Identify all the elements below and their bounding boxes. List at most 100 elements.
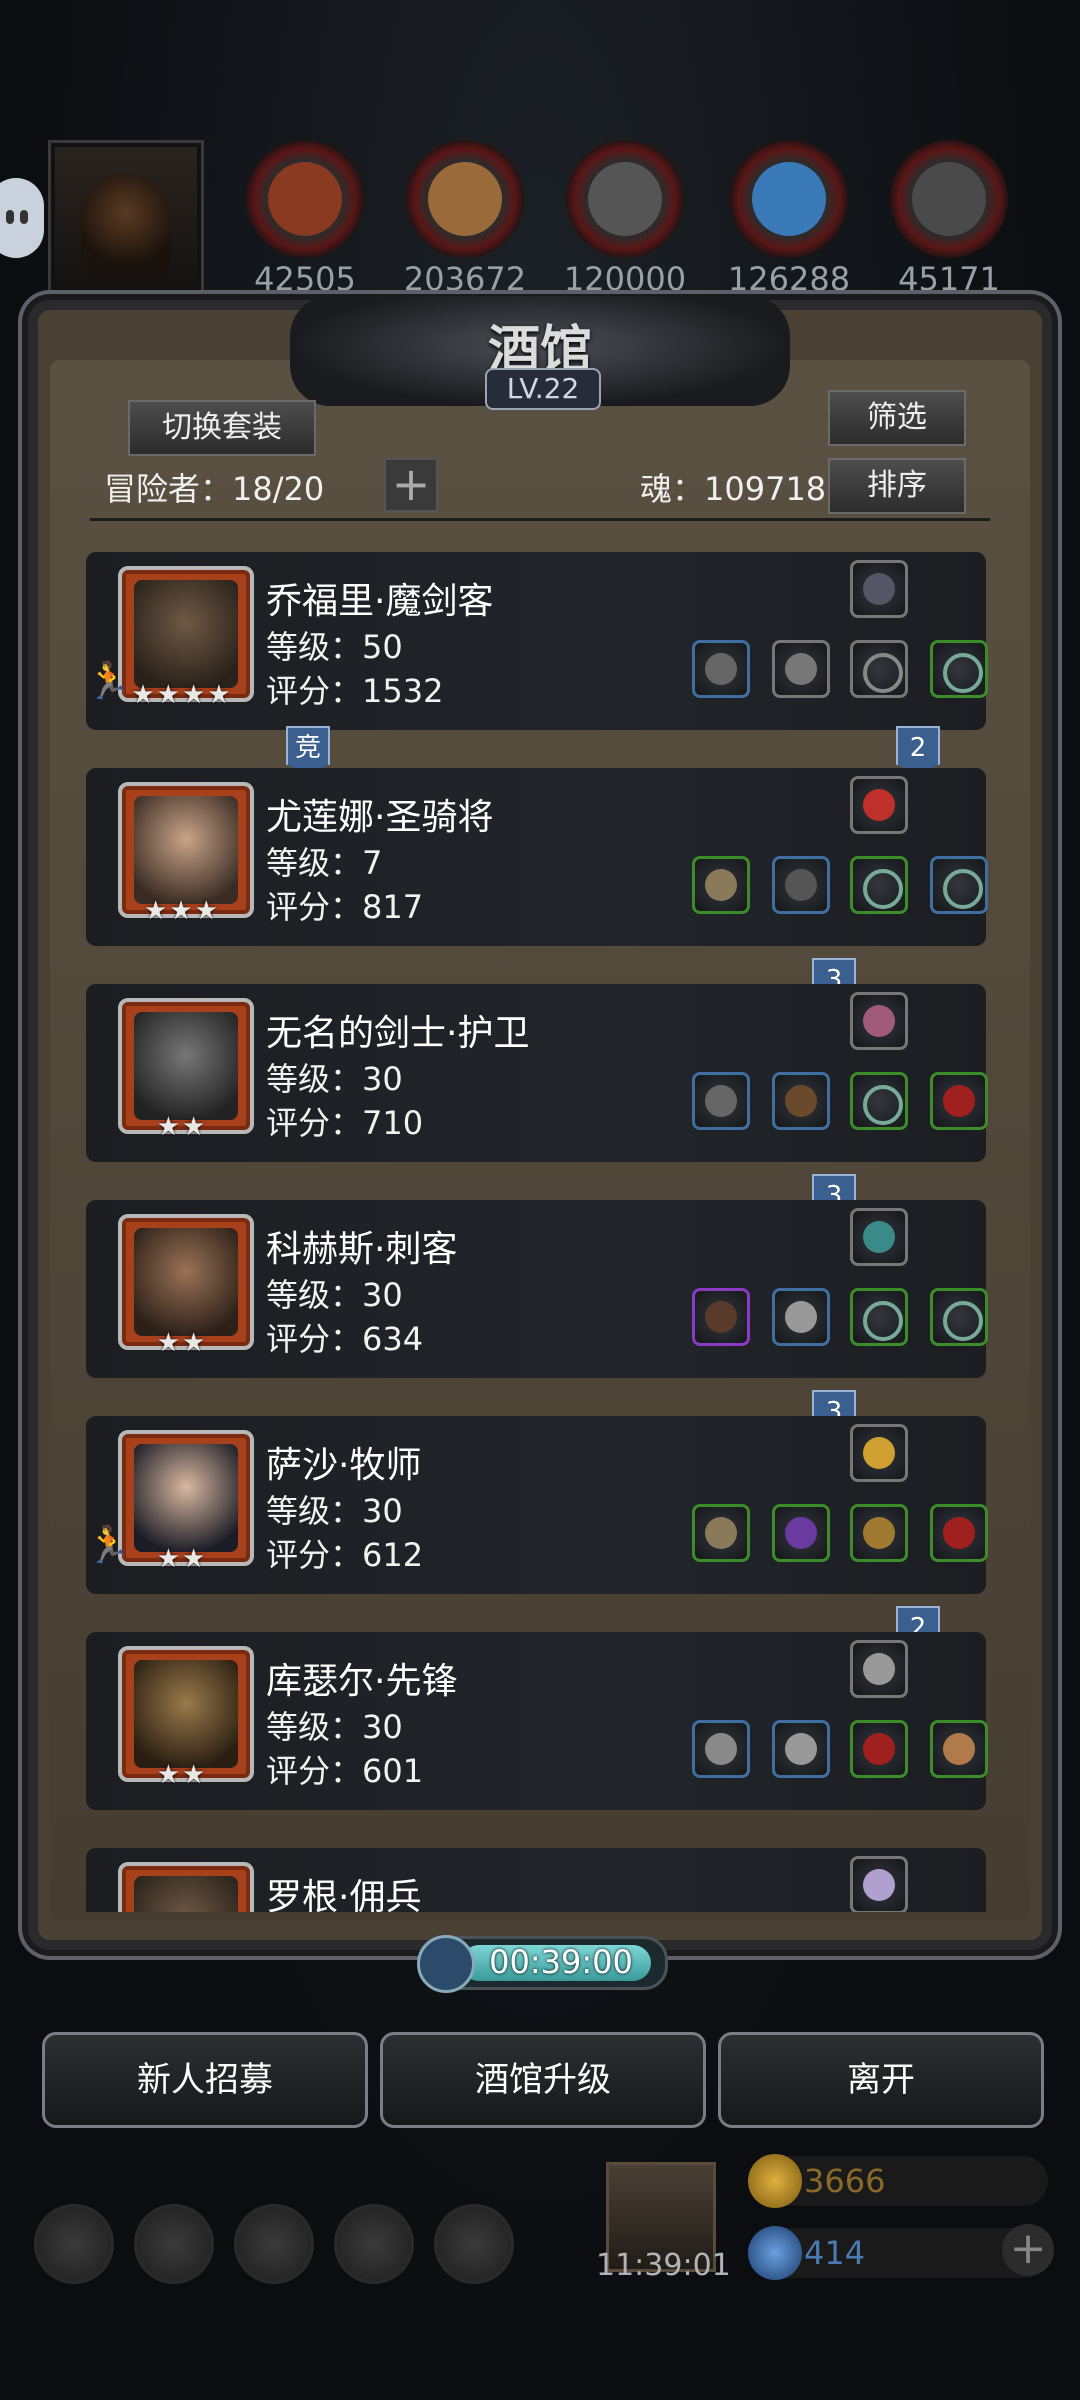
rarity-stars: ★★★ [144,896,220,926]
armor-slot[interactable] [772,1288,830,1346]
adventurer-card[interactable]: ★★ 库瑟尔·先锋 等级：30 评分：601 [86,1632,988,1810]
rarity-stars: ★★ [156,1112,208,1142]
resource-bar: 42505 203672 120000 126288 45171 [0,130,1080,300]
adventurer-level: 等级：30 [266,1492,403,1530]
adventurer-name: 尤莲娜·圣骑将 [266,797,494,838]
adventurer-card[interactable]: ★★★ 尤莲娜·圣骑将 等级：7 评分：817 3 [86,768,988,1006]
resource-iron[interactable] [890,140,1008,258]
gem-slot[interactable] [850,1720,908,1778]
resource-iron-value: 45171 [898,260,1000,298]
chest-slot[interactable] [850,1504,908,1562]
amulet-slot[interactable] [850,1208,908,1266]
amulet-slot[interactable] [850,1856,908,1912]
ring-slot[interactable] [930,1288,988,1346]
ring-slot[interactable] [850,640,908,698]
assassin-face-icon [134,1228,238,1336]
resource-wood[interactable] [406,140,524,258]
adventurer-card[interactable]: 罗根·佣兵 [86,1848,986,1912]
adventurer-card[interactable]: ★★★★ 🏃 乔福里·魔剑客 等级：50 评分：1532 竞 2 [86,552,988,774]
portrait [118,1862,254,1912]
add-slot-button[interactable]: + [384,458,438,512]
sort-button[interactable]: 排序 [828,458,966,514]
ring-slot[interactable] [930,640,988,698]
resource-crystal-value: 126288 [727,260,851,298]
adventurer-card[interactable]: ★★ 科赫斯·刺客 等级：30 评分：634 3 [86,1200,988,1438]
hammer-slot[interactable] [692,856,750,914]
adventurer-level: 等级：50 [266,628,403,666]
armor-slot[interactable] [772,856,830,914]
emblem-slot[interactable] [850,1640,908,1698]
adventurer-level: 等级：7 [266,844,383,882]
resource-crystal[interactable] [730,140,848,258]
adventurer-card[interactable]: ★★ 🏃 萨沙·牧师 等级：30 评分：612 2 [86,1416,988,1654]
adventurer-score: 评分：1532 [266,672,444,710]
tavern-timer: 00:39:00 [417,1935,668,1993]
ring-slot[interactable] [850,1072,908,1130]
stone-icon [588,162,662,236]
ring-slot[interactable] [930,856,988,914]
scroll-slot[interactable] [930,1720,988,1778]
amulet-slot[interactable] [850,992,908,1050]
armor-slot[interactable] [772,1720,830,1778]
resource-stone[interactable] [566,140,684,258]
rarity-stars: ★★★★ [131,680,233,710]
ring-slot[interactable] [850,856,908,914]
settings-icon[interactable] [34,2204,114,2284]
trophy-slot[interactable] [850,1424,908,1482]
gold-counter: 3666 [748,2154,1048,2208]
ring-slot[interactable] [850,1288,908,1346]
wood-icon [428,162,502,236]
timer-text: 00:39:00 [489,1943,633,1981]
adventurer-name: 萨沙·牧师 [266,1445,422,1486]
tavern-panel: 酒馆 LV.22 切换套装 筛选 冒险者：18/20 + 魂：109718 排序… [28,296,1052,1950]
vanguard-face-icon [134,1660,238,1768]
mail-icon[interactable] [334,2204,414,2284]
guild-icon[interactable] [434,2204,514,2284]
rarity-stars: ★★ [156,1328,208,1358]
upgrade-tavern-button[interactable]: 酒馆升级 [380,2032,706,2128]
adventurer-level: 等级：30 [266,1708,403,1746]
player-avatar[interactable] [48,140,204,296]
switch-outfit-button[interactable]: 切换套装 [128,400,316,456]
filter-button[interactable]: 筛选 [828,390,966,446]
rank-tag: 2 [896,726,940,774]
rarity-stars: ★★ [156,1544,208,1574]
sword-slot[interactable] [692,640,750,698]
resource-meat-value: 42505 [254,260,356,298]
adventurer-list[interactable]: ★★★★ 🏃 乔福里·魔剑客 等级：50 评分：1532 竞 2 ★★★ 尤莲娜… [86,552,1006,1912]
adventurer-count: 冒险者：18/20 [104,470,325,508]
gem-slot[interactable] [930,1072,988,1130]
meat-icon [268,162,342,236]
adventurer-score: 评分：612 [266,1536,424,1574]
gem-slot[interactable] [930,1504,988,1562]
resource-meat[interactable] [246,140,364,258]
gem-icon [748,2226,802,2280]
running-figure-icon: 🏃 [86,1525,131,1566]
chat-bubble-icon[interactable] [0,178,44,258]
adventurer-score: 评分：634 [266,1320,424,1358]
castle-icon[interactable] [234,2204,314,2284]
armor-slot[interactable] [772,1504,830,1562]
dagger-slot[interactable] [692,1288,750,1346]
achievement-icon[interactable] [134,2204,214,2284]
adventurer-name: 无名的剑士·护卫 [266,1013,530,1054]
axe-slot[interactable] [692,1720,750,1778]
resource-stone-value: 120000 [563,260,687,298]
hammer-slot[interactable] [692,1504,750,1562]
adventurer-card[interactable]: ★★ 无名的剑士·护卫 等级：30 评分：710 3 [86,984,988,1222]
rank-tag: 竞 [286,726,330,774]
leave-button[interactable]: 离开 [718,2032,1044,2128]
gold-icon [748,2154,802,2208]
adventurer-score: 评分：710 [266,1104,424,1142]
mercenary-face-icon [134,1876,238,1912]
sword-slot[interactable] [692,1072,750,1130]
add-currency-icon[interactable]: + [1002,2224,1054,2276]
recruit-button[interactable]: 新人招募 [42,2032,368,2128]
adventurer-name: 库瑟尔·先锋 [266,1661,458,1702]
amulet-slot[interactable] [850,560,908,618]
cloak-slot[interactable] [772,1072,830,1130]
warrior-face-icon [134,580,238,688]
amulet-slot[interactable] [850,776,908,834]
gem-amount: 414 [804,2234,866,2272]
armor-slot[interactable] [772,640,830,698]
